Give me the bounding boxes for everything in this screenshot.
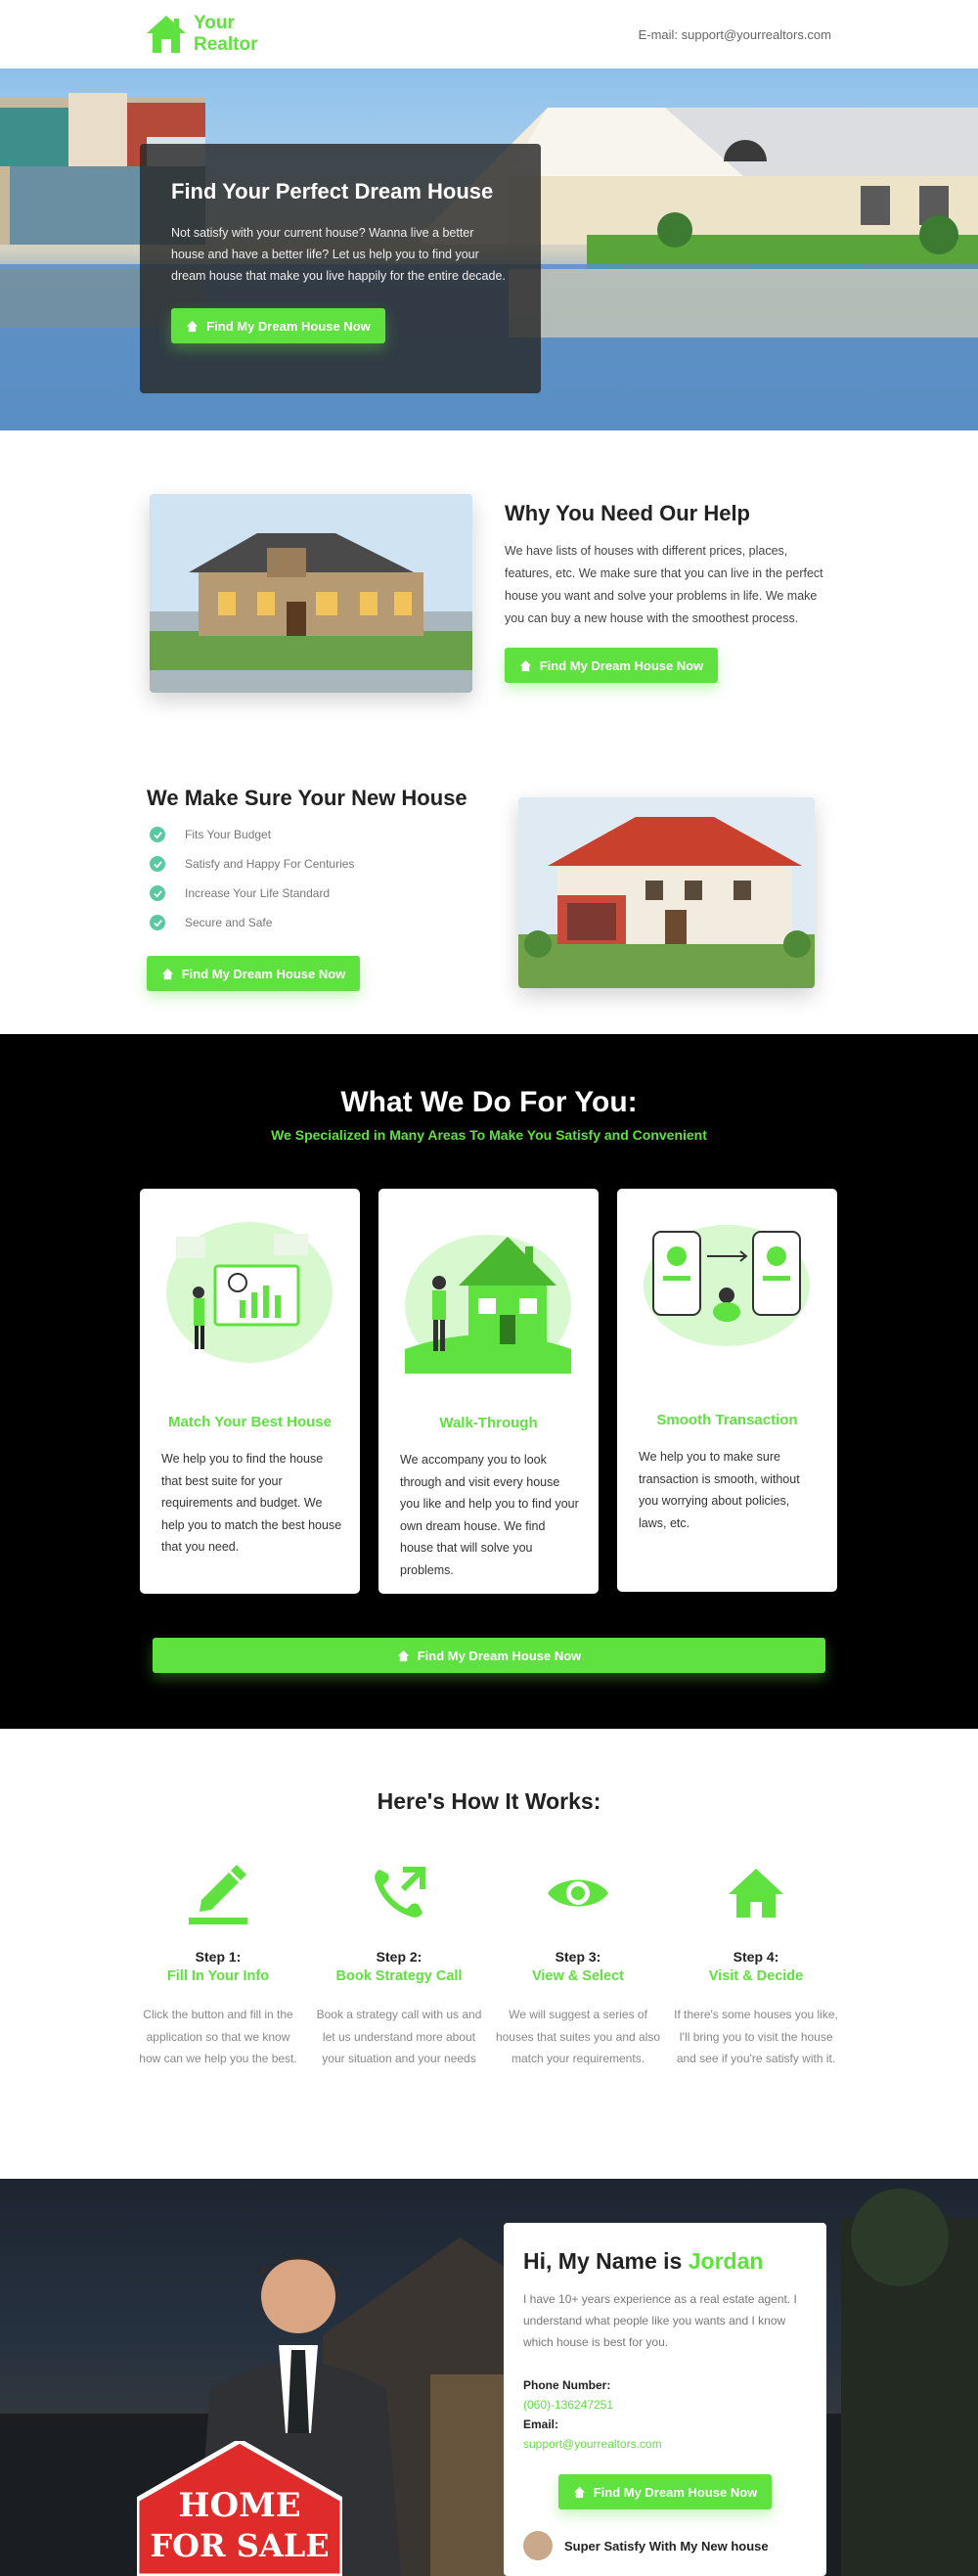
why-title: Why You Need Our Help <box>505 501 750 525</box>
why-text: We have lists of houses with different p… <box>505 544 823 625</box>
step-name: Visit & Decide <box>708 1968 804 1984</box>
sign-line2: FOR SALE <box>150 2527 330 2564</box>
step-2: Step 2: Book Strategy Call Book a strate… <box>316 1859 482 2070</box>
testimonial: Super Satisfy With My New house <box>523 2531 807 2560</box>
agent-title-prefix: Hi, My Name is <box>523 2248 683 2274</box>
site-header: Your Realtor E-mail: support@yourrealtor… <box>0 0 978 68</box>
list-item: Satisfy and Happy For Centuries <box>150 849 443 879</box>
agent-cta-button[interactable]: Find My Dream House Now <box>558 2474 772 2509</box>
step-text: Book a strategy call with us and let us … <box>316 2008 482 2065</box>
check-icon <box>150 915 165 930</box>
step-1: Step 1: Fill In Your Info Click the butt… <box>135 1859 301 2070</box>
step-name: Fill In Your Info <box>166 1968 270 1984</box>
check-icon <box>150 827 165 842</box>
make-sure-title: We Make Sure Your New House <box>147 786 467 810</box>
service-card-text: We help you to make sure transaction is … <box>639 1450 800 1530</box>
step-text: If there's some houses you like, I'll br… <box>674 2008 838 2065</box>
step-3: Step 3: View & Select We will suggest a … <box>495 1859 661 2070</box>
step-number: Step 3: <box>555 1949 601 1965</box>
list-item: Secure and Safe <box>150 908 443 937</box>
home-icon <box>519 659 531 671</box>
why-house-photo <box>150 494 472 693</box>
testimonial-avatar <box>523 2531 553 2560</box>
house-photo-2 <box>518 797 815 988</box>
logo-line1: Your <box>194 13 235 33</box>
service-card-match: Match Your Best House We help you to fin… <box>140 1189 360 1594</box>
step-text: Click the button and fill in the applica… <box>139 2008 297 2065</box>
step-number: Step 2: <box>376 1949 422 1965</box>
step-4: Step 4: Visit & Decide If there's some h… <box>673 1859 839 2070</box>
why-cta-button[interactable]: Find My Dream House Now <box>505 648 718 683</box>
service-card-transaction: Smooth Transaction We help you to make s… <box>617 1189 837 1592</box>
home-icon <box>161 968 173 979</box>
agent-cta-label: Find My Dream House Now <box>593 2484 758 2500</box>
logo[interactable]: Your Realtor <box>145 10 282 59</box>
why-cta-label: Find My Dream House Now <box>539 657 704 673</box>
agent-card: Hi, My Name is Jordan I have 10+ years e… <box>504 2223 826 2576</box>
list-item-label: Secure and Safe <box>185 916 273 929</box>
check-icon <box>150 885 165 901</box>
hero-card: Find Your Perfect Dream House Not satisf… <box>140 144 541 393</box>
email-label: Email: <box>523 2418 559 2431</box>
step-number: Step 1: <box>195 1949 242 1965</box>
hero-text: Not satisfy with your current house? Wan… <box>171 226 506 283</box>
sign-line1: HOME <box>178 2486 301 2525</box>
agent-name: Jordan <box>688 2248 764 2274</box>
services-title: What We Do For You: <box>340 1086 638 1118</box>
services-cta-button[interactable]: Find My Dream House Now <box>153 1638 825 1673</box>
hero-title: Find Your Perfect Dream House <box>171 179 494 203</box>
agent-text: I have 10+ years experience as a real es… <box>523 2292 797 2349</box>
home-for-sale-sign: HOME FOR SALE <box>137 2441 342 2576</box>
service-card-title: Match Your Best House <box>168 1414 332 1430</box>
step-name: View & Select <box>531 1968 625 1984</box>
phone-icon <box>375 1867 425 1918</box>
agent-title: Hi, My Name is Jordan <box>523 2248 807 2275</box>
step-name: Book Strategy Call <box>335 1968 463 1984</box>
house-logo-icon <box>147 16 186 53</box>
services-subtitle: We Specialized in Many Areas To Make You… <box>271 1127 707 1143</box>
how-title: Here's How It Works: <box>377 1788 601 1814</box>
home-icon <box>573 2486 585 2498</box>
make-sure-list: Fits Your Budget Satisfy and Happy For C… <box>150 820 443 937</box>
email-value[interactable]: support@yourrealtors.com <box>523 2437 807 2451</box>
header-email[interactable]: E-mail: support@yourrealtors.com <box>639 27 831 42</box>
service-card-text: We help you to find the house that best … <box>161 1452 342 1554</box>
logo-text: Your Realtor <box>194 13 257 56</box>
list-item: Fits Your Budget <box>150 820 443 849</box>
make-sure-cta-button[interactable]: Find My Dream House Now <box>147 956 360 991</box>
home-icon <box>729 1869 783 1918</box>
make-sure-cta-label: Find My Dream House Now <box>181 966 346 981</box>
eye-icon <box>548 1879 608 1907</box>
home-icon <box>187 320 199 332</box>
walkthrough-illustration <box>405 1235 571 1374</box>
phone-value[interactable]: (060)-136247251 <box>523 2398 807 2412</box>
list-item: Increase Your Life Standard <box>150 879 443 908</box>
step-number: Step 4: <box>733 1949 779 1965</box>
service-card-walkthrough: Walk-Through We accompany you to look th… <box>378 1189 599 1594</box>
step-text: We will suggest a series of houses that … <box>495 2008 661 2065</box>
house-photo-1 <box>150 494 472 693</box>
match-house-illustration <box>166 1222 333 1363</box>
logo-line2: Realtor <box>194 34 258 55</box>
phone-label: Phone Number: <box>523 2378 611 2392</box>
service-card-text: We accompany you to look through and vis… <box>400 1453 579 1577</box>
hero-section: Find Your Perfect Dream House Not satisf… <box>0 68 978 430</box>
service-card-title: Smooth Transaction <box>656 1412 798 1428</box>
make-sure-house-photo <box>518 797 815 988</box>
hero-cta-label: Find My Dream House Now <box>206 318 371 334</box>
services-cta-label: Find My Dream House Now <box>417 1648 582 1663</box>
transaction-illustration <box>644 1225 810 1346</box>
agent-section: HOME FOR SALE <box>0 2179 978 2576</box>
pencil-icon <box>189 1865 247 1924</box>
service-card-title: Walk-Through <box>439 1415 538 1431</box>
hero-cta-button[interactable]: Find My Dream House Now <box>171 308 385 343</box>
home-icon <box>397 1650 409 1661</box>
list-item-label: Increase Your Life Standard <box>185 886 331 900</box>
testimonial-title: Super Satisfy With My New house <box>564 2538 769 2553</box>
list-item-label: Satisfy and Happy For Centuries <box>185 857 355 871</box>
list-item-label: Fits Your Budget <box>185 828 272 841</box>
check-icon <box>150 856 165 872</box>
